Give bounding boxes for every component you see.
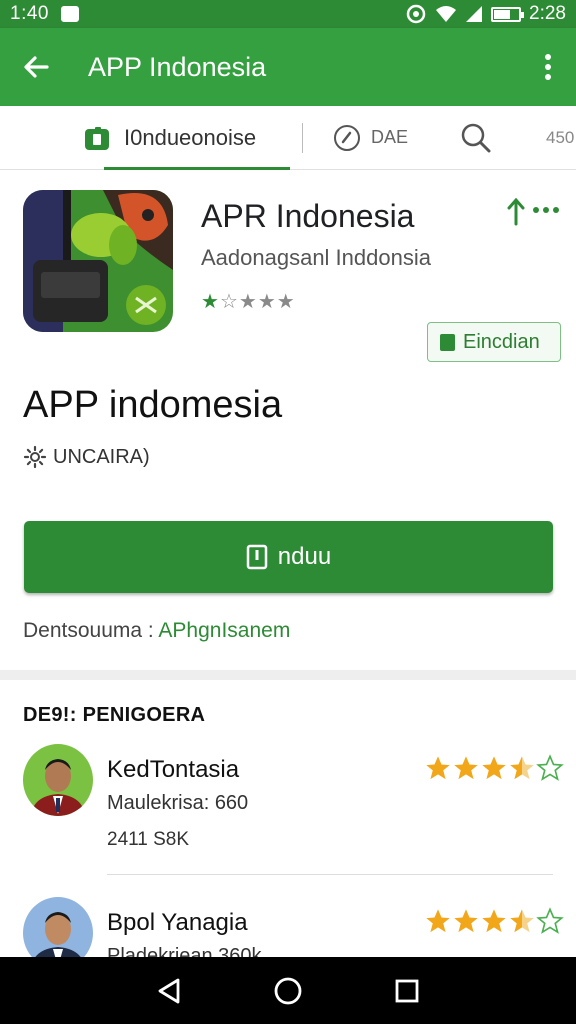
tab-active-indicator [104,166,290,170]
review-meta: Maulekrisa: 660 [107,792,249,814]
gear-icon [23,445,47,469]
developer-link[interactable]: APhgnIsanem [158,619,290,642]
star-icon: ☆ [219,291,239,313]
compass-icon [334,124,360,151]
shield-icon [406,4,426,24]
editors-badge[interactable]: Eincdian [427,322,561,362]
reviews-title: DE9!: PENIGOERA [23,704,206,726]
star-icon: ★ [257,291,277,313]
star-outline-icon [536,754,564,781]
app-headline: APP indomesia [23,384,283,426]
tab-divider [302,122,303,153]
app-name: APR Indonesia [201,198,415,234]
nav-back-icon [158,978,180,1003]
more-horiz-icon [533,207,559,213]
star-icon [454,909,478,933]
tab-search[interactable] [460,106,492,170]
star-icon [426,909,450,933]
reviewer-name: Bpol Yanagia [107,909,248,936]
star-half-icon [510,909,534,933]
status-icons: 2:28 [405,3,566,25]
share-icon [507,197,525,226]
section-divider [0,670,576,680]
category-label: UNCAIRA) [53,445,150,468]
app-category: UNCAIRA) [23,445,150,469]
nav-back-button[interactable] [149,971,189,1011]
star-icon: ★ [238,291,258,313]
app-rating: ★☆★★★ [201,289,296,314]
app-overflow-button[interactable] [532,196,562,224]
install-button[interactable]: nduu [24,521,553,593]
share-button[interactable] [506,196,526,226]
tab-label: 450 [546,127,575,147]
toolbar-title: APP Indonesia [88,51,267,82]
battery-time: 2:28 [529,3,566,24]
back-button[interactable] [0,28,72,106]
reviewer-name: KedTontasia [107,756,240,783]
nav-recents-icon [395,979,419,1002]
nav-recents-button[interactable] [387,971,427,1011]
star-outline-icon [536,907,564,934]
status-bar: 1:40 2:28 [0,0,576,28]
tab-label: DAE [371,127,409,147]
star-half-icon [510,756,534,780]
store-icon [85,126,109,150]
star-icon: ★ [276,291,296,313]
tab-450[interactable]: 450 [546,106,574,170]
nav-home-button[interactable] [268,971,308,1011]
review-divider [107,874,553,875]
star-icon: ★ [201,291,220,313]
app-developer[interactable]: Aadonagsanl Inddonsia [201,245,431,271]
app-icon [23,190,173,332]
tab-bar: I0ndueonoise DAE 450 [0,106,576,170]
badge-check-icon [440,333,455,351]
developer-prefix: Dentsouuma : [23,619,159,642]
star-icon [454,756,478,780]
star-icon [426,756,450,780]
star-icon [482,756,506,780]
avatar [23,744,93,816]
more-options-button[interactable] [520,28,576,106]
status-time: 1:40 [10,3,49,24]
wifi-icon [436,6,457,22]
tab-dae[interactable]: DAE [333,106,408,170]
tab-label: I0ndueonoise [124,124,257,150]
tab-indonesia[interactable]: I0ndueonoise [84,106,290,170]
search-icon [461,123,491,152]
install-label: nduu [277,543,332,570]
nav-home-icon [274,977,302,1004]
review-item[interactable]: KedTontasia Maulekrisa: 660 2411 S8K [0,744,576,884]
developer-line: Dentsouuma : APhgnIsanem [23,619,290,643]
app-toolbar: APP Indonesia [0,28,576,106]
battery-icon [491,6,525,22]
signal-icon [466,6,483,22]
system-nav-bar [0,957,576,1024]
back-arrow-icon [24,56,49,78]
badge-label: Eincdian [463,330,540,353]
notification-icon [60,6,79,22]
install-icon [246,544,268,570]
review-count: 2411 S8K [107,829,190,850]
more-vert-icon [545,54,551,80]
star-icon [482,909,506,933]
review-stars [424,754,564,782]
review-stars [424,907,564,935]
